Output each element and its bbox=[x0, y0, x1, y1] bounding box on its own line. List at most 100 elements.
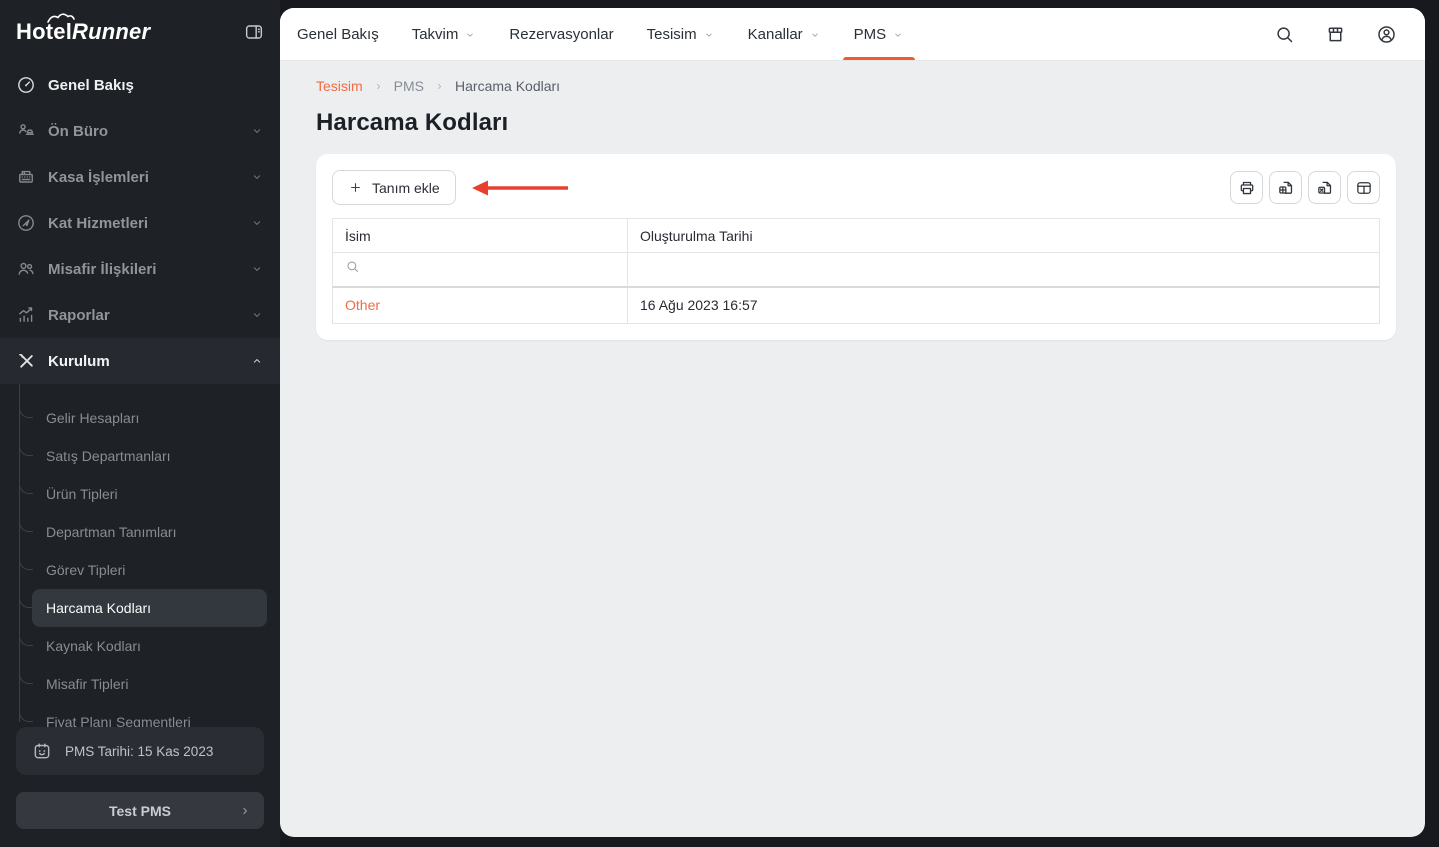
card-toolbar: Tanım ekle bbox=[332, 170, 1380, 205]
excel-export-icon bbox=[1316, 179, 1334, 197]
add-definition-button[interactable]: Tanım ekle bbox=[332, 170, 456, 205]
sidebar-item-genel-bakis[interactable]: Genel Bakış bbox=[0, 62, 280, 108]
sidebar-subitem-label: Görev Tipleri bbox=[46, 562, 125, 578]
page-title: Harcama Kodları bbox=[316, 109, 1396, 137]
sidebar-header: HotelRunner bbox=[0, 0, 280, 50]
tab-label: Genel Bakış bbox=[297, 26, 379, 43]
pms-date-panel: PMS Tarihi: 15 Kas 2023 bbox=[16, 727, 264, 775]
column-header-olusturulma-tarihi[interactable]: Oluşturulma Tarihi bbox=[628, 219, 1380, 253]
tree-branch-line bbox=[19, 404, 33, 418]
chevron-down-icon bbox=[703, 29, 715, 41]
tree-branch-line bbox=[19, 594, 33, 608]
sidebar-subitem-label: Satış Departmanları bbox=[46, 448, 171, 464]
chevron-down-icon bbox=[250, 216, 264, 230]
sidebar-subitem-label: Kaynak Kodları bbox=[46, 638, 141, 654]
pms-date-label: PMS Tarihi: 15 Kas 2023 bbox=[65, 744, 213, 759]
tab-pms[interactable]: PMS bbox=[854, 8, 905, 60]
file-export-icon bbox=[1277, 179, 1295, 197]
sidebar-subitem-label: Harcama Kodları bbox=[46, 600, 151, 616]
gauge-icon bbox=[16, 75, 36, 95]
tree-branch-line bbox=[19, 518, 33, 532]
table-filter-row bbox=[333, 253, 1380, 287]
tree-branch-line bbox=[19, 632, 33, 646]
calendar-smile-icon bbox=[32, 741, 52, 761]
breadcrumb-separator-icon bbox=[373, 81, 384, 92]
sidebar-item-kasa-islemleri[interactable]: Kasa İşlemleri bbox=[0, 154, 280, 200]
tab-label: Tesisim bbox=[647, 26, 697, 43]
tree-branch-line bbox=[19, 556, 33, 570]
tab-takvim[interactable]: Takvim bbox=[412, 8, 477, 60]
brand-runner: Runner bbox=[72, 19, 150, 44]
chevron-down-icon bbox=[250, 262, 264, 276]
marketplace-icon[interactable] bbox=[1325, 24, 1346, 45]
tab-kanallar[interactable]: Kanallar bbox=[748, 8, 821, 60]
test-pms-button[interactable]: Test PMS bbox=[16, 792, 264, 829]
sidebar-item-label: Kat Hizmetleri bbox=[48, 215, 250, 232]
table-columns-button[interactable] bbox=[1347, 171, 1380, 204]
guests-icon bbox=[16, 259, 36, 279]
account-icon[interactable] bbox=[1376, 24, 1397, 45]
sidebar-subitem-urun-tipleri[interactable]: Ürün Tipleri bbox=[32, 475, 267, 513]
sidebar-item-misafir-iliskileri[interactable]: Misafir İlişkileri bbox=[0, 246, 280, 292]
excel-export-button[interactable] bbox=[1308, 171, 1341, 204]
row-name-link[interactable]: Other bbox=[345, 297, 380, 313]
sidebar-item-label: Kurulum bbox=[48, 353, 250, 370]
reports-icon bbox=[16, 305, 36, 325]
tab-tesisim[interactable]: Tesisim bbox=[647, 8, 715, 60]
hotelrunner-logo[interactable]: HotelRunner bbox=[16, 19, 150, 45]
tree-branch-line bbox=[19, 670, 33, 684]
sidebar-subitem-departman-tanimlari[interactable]: Departman Tanımları bbox=[32, 513, 267, 551]
front-desk-icon bbox=[16, 121, 36, 141]
chevron-down-icon bbox=[809, 29, 821, 41]
tab-label: PMS bbox=[854, 26, 887, 43]
search-icon[interactable] bbox=[1274, 24, 1295, 45]
test-pms-label: Test PMS bbox=[109, 803, 171, 819]
sidebar-item-label: Raporlar bbox=[48, 307, 250, 324]
breadcrumb: Tesisim PMS Harcama Kodları bbox=[316, 78, 1396, 94]
sidebar-subitem-label: Misafir Tipleri bbox=[46, 676, 128, 692]
tab-genel-bakis[interactable]: Genel Bakış bbox=[297, 8, 379, 60]
sidebar-subitem-label: Ürün Tipleri bbox=[46, 486, 118, 502]
print-button[interactable] bbox=[1230, 171, 1263, 204]
tree-branch-line bbox=[19, 480, 33, 494]
sidebar-item-label: Kasa İşlemleri bbox=[48, 169, 250, 186]
chevron-right-icon bbox=[238, 804, 252, 818]
setup-icon bbox=[16, 351, 36, 371]
plus-icon bbox=[348, 180, 363, 195]
sidebar-subitem-kaynak-kodlari[interactable]: Kaynak Kodları bbox=[32, 627, 267, 665]
table-head: İsimOluşturulma Tarihi bbox=[333, 219, 1380, 253]
name-filter-cell[interactable] bbox=[333, 253, 628, 287]
column-header-isim[interactable]: İsim bbox=[333, 219, 628, 253]
file-export-button[interactable] bbox=[1269, 171, 1302, 204]
table-action-buttons bbox=[1230, 171, 1380, 204]
sidebar-item-raporlar[interactable]: Raporlar bbox=[0, 292, 280, 338]
sidebar-subitem-gorev-tipleri[interactable]: Görev Tipleri bbox=[32, 551, 267, 589]
annotation-arrow bbox=[471, 179, 571, 197]
sidebar-item-label: Ön Büro bbox=[48, 123, 250, 140]
chevron-down-icon bbox=[464, 29, 476, 41]
add-definition-label: Tanım ekle bbox=[372, 180, 440, 196]
sidebar-subitem-satis-departmanlari[interactable]: Satış Departmanları bbox=[32, 437, 267, 475]
date-filter-cell[interactable] bbox=[628, 253, 1380, 287]
sidebar-subitem-harcama-kodlari[interactable]: Harcama Kodları bbox=[32, 589, 267, 627]
definitions-table: İsimOluşturulma Tarihi Other16 Ağu 2023 … bbox=[332, 218, 1380, 324]
tab-label: Takvim bbox=[412, 26, 459, 43]
breadcrumb-item-harcama-kodlari: Harcama Kodları bbox=[455, 78, 560, 94]
sidebar-item-kat-hizmetleri[interactable]: Kat Hizmetleri bbox=[0, 200, 280, 246]
sidebar-subitem-label: Gelir Hesapları bbox=[46, 410, 139, 426]
tree-branch-line bbox=[19, 708, 33, 722]
cash-register-icon bbox=[16, 167, 36, 187]
sidebar-subnav: Gelir Hesapları Satış Departmanları Ürün T… bbox=[0, 399, 280, 741]
sidebar-item-on-buro[interactable]: Ön Büro bbox=[0, 108, 280, 154]
topbar-tabs: Genel Bakış Takvim Rezervasyonlar Tesisim Ka… bbox=[297, 8, 1274, 60]
table-body: Other16 Ağu 2023 16:57 bbox=[333, 253, 1380, 324]
content-card: Tanım ekle İsimOluşturulma Tarihi Other1… bbox=[316, 154, 1396, 340]
chevron-down-icon bbox=[250, 170, 264, 184]
sidebar-item-kurulum[interactable]: Kurulum bbox=[0, 338, 280, 384]
sidebar-collapse-icon[interactable] bbox=[244, 22, 264, 42]
sidebar-subitem-gelir-hesaplari[interactable]: Gelir Hesapları bbox=[32, 399, 267, 437]
breadcrumb-item-tesisim[interactable]: Tesisim bbox=[316, 78, 363, 94]
sidebar-subitem-misafir-tipleri[interactable]: Misafir Tipleri bbox=[32, 665, 267, 703]
tab-rezervasyonlar[interactable]: Rezervasyonlar bbox=[509, 8, 613, 60]
breadcrumb-item-pms: PMS bbox=[394, 78, 424, 94]
